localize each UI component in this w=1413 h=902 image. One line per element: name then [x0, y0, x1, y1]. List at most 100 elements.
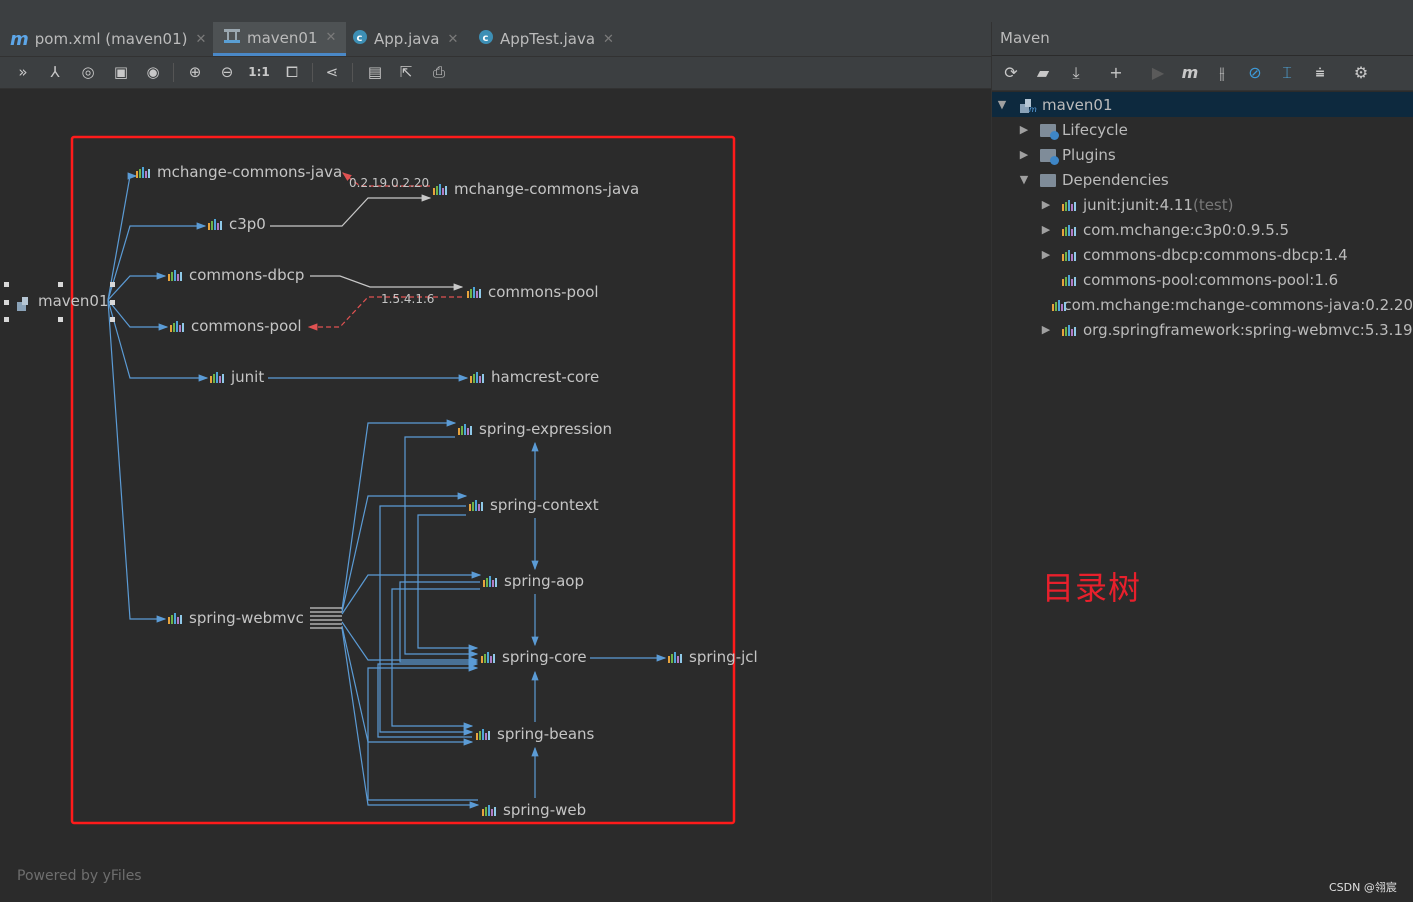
library-icon	[470, 371, 486, 383]
collapsed-arrow-icon[interactable]: ▶	[1016, 148, 1032, 161]
node-label: maven01	[38, 292, 109, 310]
maven-panel-title: Maven	[992, 22, 1413, 55]
library-icon	[210, 371, 226, 383]
maven-toolbar: ⟳ ▰ ⤓ + ▶ m ⫲ ⊘ ⌶ ⩧ ⚙	[992, 56, 1413, 91]
generate-sources-icon[interactable]: ▰	[1032, 62, 1054, 84]
graph-node-spring-beans[interactable]: spring-beans	[476, 725, 594, 743]
graph-node-c3p0[interactable]: c3p0	[208, 215, 266, 233]
node-label: spring-webmvc	[189, 609, 304, 627]
tree-row-dependency[interactable]: ▶ junit:junit:4.11 (test)	[992, 192, 1413, 217]
tree-label: Lifecycle	[1062, 120, 1128, 139]
library-icon	[482, 804, 498, 816]
download-icon[interactable]: ⤓	[1065, 62, 1087, 84]
node-label: mchange-commons-java	[157, 163, 343, 181]
graph-node-mchange-commons-java-2[interactable]: mchange-commons-java	[433, 180, 639, 198]
library-icon	[1062, 274, 1078, 286]
tree-row-dependencies[interactable]: ▼ Dependencies	[992, 167, 1413, 192]
graph-node-spring-webmvc[interactable]: spring-webmvc	[168, 609, 304, 627]
library-icon	[1052, 299, 1067, 311]
node-label: spring-aop	[504, 572, 585, 590]
graph-node-spring-context[interactable]: spring-context	[469, 496, 599, 514]
graph-node-spring-aop[interactable]: spring-aop	[483, 572, 584, 590]
edge-root-c3p0	[107, 222, 207, 301]
folder-gear-icon	[1040, 122, 1059, 140]
graph-node-commons-dbcp[interactable]: commons-dbcp	[168, 266, 304, 284]
tree-row-dependency[interactable]: ▶ commons-dbcp:commons-dbcp:1.4	[992, 242, 1413, 267]
highlight-box	[70, 135, 736, 825]
tree-label: commons-pool:commons-pool:1.6	[1083, 270, 1339, 289]
graph-node-root[interactable]: maven01	[17, 292, 109, 311]
tree-row-maven01[interactable]: ▼ m maven01	[992, 92, 1413, 117]
library-icon	[481, 651, 497, 663]
show-dependencies-icon[interactable]: ⌶	[1276, 62, 1298, 84]
library-icon	[458, 423, 474, 435]
library-icon	[483, 575, 499, 587]
powered-by-label: Powered by yFiles	[17, 868, 142, 884]
graph-node-hamcrest-core[interactable]: hamcrest-core	[470, 368, 599, 386]
add-icon[interactable]: +	[1105, 62, 1127, 84]
graph-node-spring-web[interactable]: spring-web	[482, 801, 586, 819]
expand-arrow-icon[interactable]: ▼	[1016, 173, 1032, 186]
node-label: commons-dbcp	[189, 266, 305, 284]
tree-row-dependency[interactable]: com.mchange:mchange-commons-java:0.2.20	[992, 292, 1413, 317]
tree-label: maven01	[1042, 95, 1113, 114]
graph-node-junit[interactable]: junit	[210, 368, 264, 386]
tree-row-dependency[interactable]: ▶ com.mchange:c3p0:0.9.5.5	[992, 217, 1413, 242]
skip-tests-icon[interactable]: ⊘	[1244, 62, 1266, 84]
node-label: spring-jcl	[689, 648, 758, 666]
collapsed-arrow-icon[interactable]: ▶	[1038, 323, 1054, 336]
node-label: spring-core	[502, 648, 587, 666]
watermark: CSDN @翎宸	[1329, 881, 1397, 894]
graph-node-commons-pool-2[interactable]: commons-pool	[467, 283, 599, 301]
collapsed-arrow-icon[interactable]: ▶	[1038, 198, 1054, 211]
dependency-graph-edges	[4, 135, 736, 825]
collapsed-arrow-icon[interactable]: ▶	[1016, 123, 1032, 136]
reload-icon[interactable]: ⟳	[1000, 62, 1022, 84]
run-icon[interactable]: ▶	[1147, 62, 1169, 84]
tree-label: org.springframework:spring-webmvc:5.3.19	[1083, 320, 1413, 339]
project-icon	[17, 295, 33, 311]
library-icon	[1062, 199, 1078, 211]
library-icon	[208, 218, 224, 230]
execute-goal-icon[interactable]: m	[1179, 62, 1201, 84]
graph-node-spring-expression[interactable]: spring-expression	[458, 420, 612, 438]
library-icon	[136, 166, 152, 178]
tree-label: Dependencies	[1062, 170, 1169, 189]
edge-root-junit	[107, 299, 209, 382]
tree-row-dependency[interactable]: ▶ org.springframework:spring-webmvc:5.3.…	[992, 317, 1413, 342]
expand-arrow-icon[interactable]: ▼	[994, 98, 1010, 111]
tree-label: Plugins	[1062, 145, 1116, 164]
collapsed-arrow-icon[interactable]: ▶	[1038, 223, 1054, 236]
edge-c3p0-mchange	[270, 194, 432, 227]
node-label: junit	[231, 368, 265, 386]
collapsed-arrow-icon[interactable]: ▶	[1038, 248, 1054, 261]
library-icon	[469, 499, 485, 511]
node-label: commons-pool	[488, 283, 599, 301]
node-label: spring-beans	[497, 725, 595, 743]
node-label: spring-expression	[479, 420, 613, 438]
library-icon	[476, 728, 492, 740]
tree-label: com.mchange:mchange-commons-java:0.2.20	[1063, 295, 1413, 314]
tree-label: com.mchange:c3p0:0.9.5.5	[1083, 220, 1290, 239]
library-icon	[433, 183, 449, 195]
library-icon	[168, 269, 184, 281]
graph-node-spring-core[interactable]: spring-core	[481, 648, 587, 666]
tree-row-dependency[interactable]: commons-pool:commons-pool:1.6	[992, 267, 1413, 292]
collapse-all-icon[interactable]: ⩧	[1309, 62, 1331, 84]
tree-label: commons-dbcp:commons-dbcp:1.4	[1083, 245, 1348, 264]
tree-row-plugins[interactable]: ▶ Plugins	[992, 142, 1413, 167]
conflict-label-commons-pool: 1.5.4.1.6	[381, 292, 435, 306]
scope-label: (test)	[1192, 195, 1234, 214]
tree-row-lifecycle[interactable]: ▶ Lifecycle	[992, 117, 1413, 142]
node-label: c3p0	[229, 215, 266, 233]
graph-node-commons-pool[interactable]: commons-pool	[170, 317, 302, 335]
graph-node-spring-jcl[interactable]: spring-jcl	[668, 648, 758, 666]
toggle-offline-icon[interactable]: ⫲	[1211, 62, 1233, 84]
graph-node-mchange-commons-java[interactable]: mchange-commons-java	[136, 163, 342, 181]
maven-project-icon: m	[1020, 97, 1038, 114]
conflict-label-mchange: 0.2.19.0.2.20	[349, 176, 430, 190]
settings-wrench-icon[interactable]: ⚙	[1350, 62, 1372, 84]
svg-text:m: m	[1029, 105, 1037, 113]
maven-tool-window: Maven ⟳ ▰ ⤓ + ▶ m ⫲ ⊘ ⌶ ⩧ ⚙ ▼ m maven01 …	[992, 22, 1413, 902]
library-icon	[1062, 249, 1078, 261]
